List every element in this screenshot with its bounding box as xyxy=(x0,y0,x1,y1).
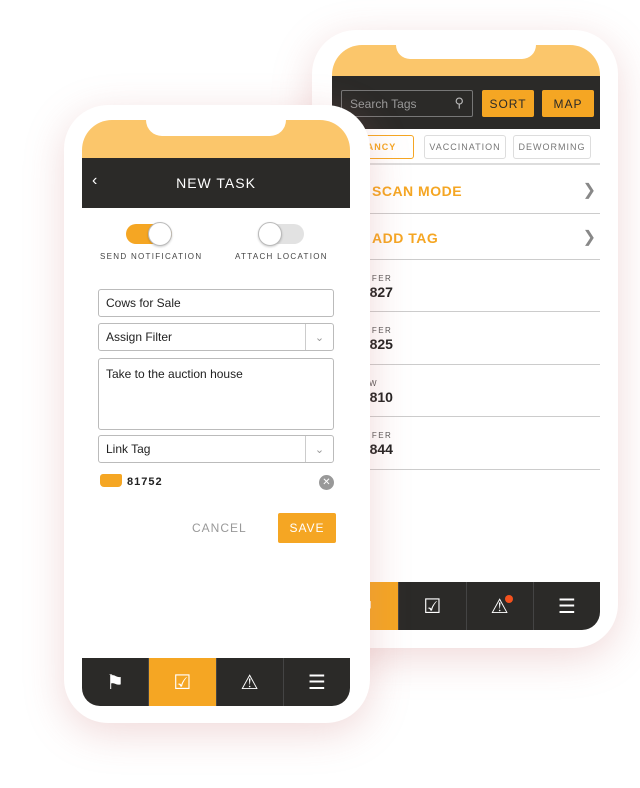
send-notification-toggle[interactable] xyxy=(126,222,172,246)
search-icon: ⚲ xyxy=(454,95,464,110)
nav-alerts[interactable]: ⚠ xyxy=(467,582,534,630)
task-name-input[interactable]: Cows for Sale xyxy=(98,289,334,317)
linked-tag-id: 81752 xyxy=(127,476,163,488)
alert-icon: ⚠ xyxy=(240,671,259,694)
nav-alerts[interactable]: ⚠ xyxy=(217,658,284,706)
chevron-down-icon: ⌄ xyxy=(305,436,333,462)
tag-row[interactable]: HEIFER 03825 xyxy=(332,312,600,365)
sort-button[interactable]: SORT xyxy=(482,90,534,117)
tasks-icon: ☑ xyxy=(423,595,442,618)
chip-vaccination[interactable]: VACCINATION xyxy=(424,135,506,159)
notes-textarea[interactable]: Take to the auction house xyxy=(98,358,334,430)
tag-icon: ⚑ xyxy=(106,671,125,694)
bottom-nav: ⚑ ☑ ⚠ ☰ xyxy=(82,658,350,706)
tag-row[interactable]: HEIFER 05844 xyxy=(332,417,600,470)
tag-row[interactable]: HEIFER 03827 xyxy=(332,260,600,312)
nav-tasks[interactable]: ☑ xyxy=(149,658,217,706)
chevron-down-icon: ⌄ xyxy=(305,324,333,350)
chevron-right-icon: ❯ xyxy=(582,182,596,199)
scan-mode-row[interactable]: SCAN MODE ❯ xyxy=(332,167,600,214)
nav-tasks[interactable]: ☑ xyxy=(399,582,467,630)
chevron-right-icon: ❯ xyxy=(582,229,596,246)
remove-tag-icon[interactable]: ✕ xyxy=(319,475,334,490)
menu-icon: ☰ xyxy=(557,595,576,618)
front-phone: ‹ NEW TASK SEND NOTIFICATION ATTACH LOCA… xyxy=(64,105,370,723)
tasks-icon: ☑ xyxy=(173,671,192,694)
filter-select[interactable]: Assign Filter ⌄ xyxy=(98,323,334,351)
attach-location-toggle[interactable] xyxy=(258,222,304,246)
menu-icon: ☰ xyxy=(307,671,326,694)
bottom-nav: ⚑ ☑ ⚠ ☰ xyxy=(332,582,600,630)
nav-menu[interactable]: ☰ xyxy=(534,582,600,630)
nav-menu[interactable]: ☰ xyxy=(284,658,350,706)
link-tag-select[interactable]: Link Tag ⌄ xyxy=(98,435,334,463)
cow-icon xyxy=(100,474,122,487)
nav-tags[interactable]: ⚑ xyxy=(82,658,150,706)
cancel-button[interactable]: CANCEL xyxy=(192,521,247,535)
save-button[interactable]: SAVE xyxy=(278,513,336,543)
chip-deworming[interactable]: DEWORMING xyxy=(513,135,591,159)
page-title: NEW TASK xyxy=(176,175,256,191)
map-button[interactable]: MAP xyxy=(542,90,594,117)
search-input[interactable]: Search Tags ⚲ xyxy=(341,90,473,117)
tag-row[interactable]: COW04810 xyxy=(332,365,600,417)
alert-badge xyxy=(504,595,513,603)
add-tag-row[interactable]: ADD TAG ❯ xyxy=(332,214,600,260)
